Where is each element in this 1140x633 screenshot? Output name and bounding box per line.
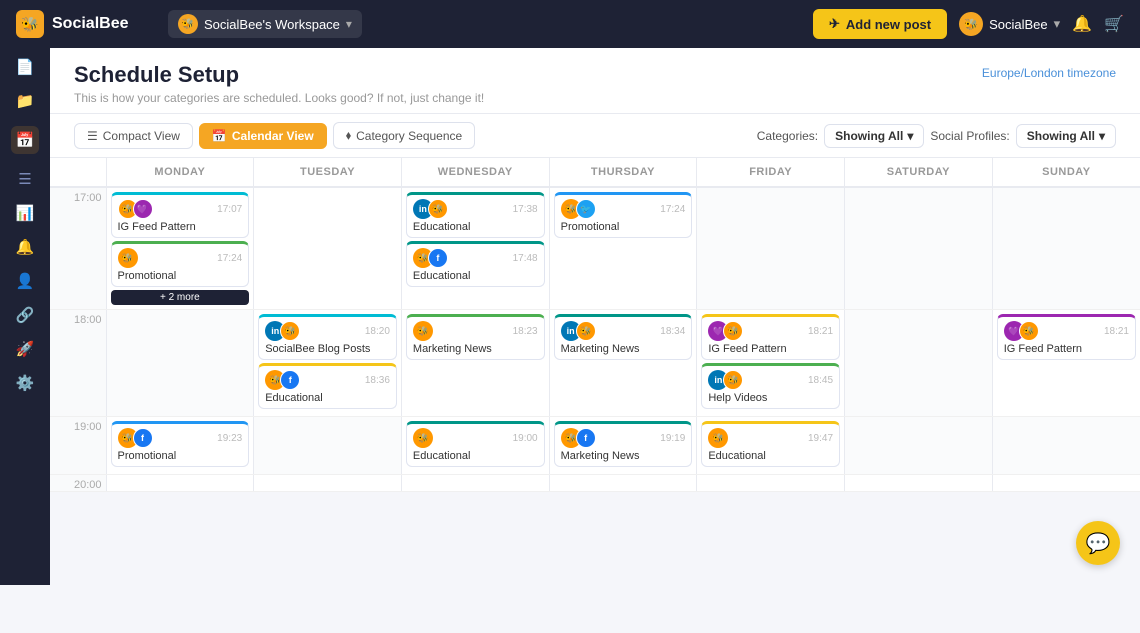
nav-user[interactable]: 🐝 SocialBee ▾ xyxy=(959,12,1060,36)
calendar-view-button[interactable]: 📅 Calendar View xyxy=(199,123,327,149)
chat-bubble[interactable]: 💬 xyxy=(1076,521,1120,565)
workspace-button[interactable]: 🐝 SocialBee's Workspace ▾ xyxy=(168,10,362,38)
event-card[interactable]: 🐝 19:47 Educational xyxy=(701,421,840,467)
col-tuesday: TUESDAY xyxy=(254,158,402,187)
categories-label: Categories: xyxy=(757,129,818,143)
col-monday: MONDAY xyxy=(106,158,254,187)
col-saturday: SATURDAY xyxy=(845,158,993,187)
event-card[interactable]: 💜 🐝 18:21 IG Feed Pattern xyxy=(997,314,1136,360)
event-card[interactable]: 🐝 f 19:19 Marketing News xyxy=(554,421,693,467)
event-card[interactable]: 🐝 17:24 Promotional xyxy=(111,241,250,287)
col-thursday: THURSDAY xyxy=(549,158,697,187)
sidebar-icon-document[interactable]: 📄 xyxy=(16,58,35,76)
logo: 🐝 SocialBee xyxy=(16,10,156,38)
event-card[interactable]: in 🐝 18:45 Help Videos xyxy=(701,363,840,409)
sidebar-icon-folder[interactable]: 📁 xyxy=(16,92,35,110)
event-card[interactable]: 🐝 18:23 Marketing News xyxy=(406,314,545,360)
categories-select[interactable]: Showing All▾ xyxy=(824,124,924,148)
timezone-link[interactable]: Europe/London timezone xyxy=(982,66,1116,80)
event-card[interactable]: 🐝 f 17:48 Educational xyxy=(406,241,545,287)
add-post-button[interactable]: ✈ Add new post xyxy=(813,9,947,39)
sidebar-icon-list[interactable]: ☰ xyxy=(18,170,31,188)
compact-view-button[interactable]: ☰ Compact View xyxy=(74,123,193,149)
sidebar-icon-settings[interactable]: ⚙️ xyxy=(16,374,35,392)
page-subtitle: This is how your categories are schedule… xyxy=(74,91,484,105)
sidebar-icon-bell[interactable]: 🔔 xyxy=(16,238,35,256)
event-card[interactable]: 🐝 f 18:36 Educational xyxy=(258,363,397,409)
col-wednesday: WEDNESDAY xyxy=(401,158,549,187)
sidebar-icon-rocket[interactable]: 🚀 xyxy=(16,340,35,358)
profiles-label: Social Profiles: xyxy=(930,129,1009,143)
event-card[interactable]: in 🐝 18:20 SocialBee Blog Posts xyxy=(258,314,397,360)
sidebar-icon-user[interactable]: 👤 xyxy=(16,272,35,290)
page-title: Schedule Setup xyxy=(74,62,484,88)
cart-icon[interactable]: 🛒 xyxy=(1104,14,1124,34)
sidebar-icon-calendar[interactable]: 📅 xyxy=(11,126,40,154)
sidebar-icon-link[interactable]: 🔗 xyxy=(16,306,35,324)
profiles-select[interactable]: Showing All▾ xyxy=(1016,124,1116,148)
event-card[interactable]: 🐝 19:00 Educational xyxy=(406,421,545,467)
event-card[interactable]: 💜 🐝 18:21 IG Feed Pattern xyxy=(701,314,840,360)
event-card[interactable]: in 🐝 17:38 Educational xyxy=(406,192,545,238)
event-card[interactable]: 🐝 💜 17:07 IG Feed Pattern xyxy=(111,192,250,238)
sidebar-icon-chart[interactable]: 📊 xyxy=(16,204,35,222)
more-button[interactable]: + 2 more xyxy=(111,290,250,305)
sidebar: 📄 📁 📅 ☰ 📊 🔔 👤 🔗 🚀 ⚙️ xyxy=(0,48,50,585)
event-card[interactable]: 🐝 f 19:23 Promotional xyxy=(111,421,250,467)
col-friday: FRIDAY xyxy=(697,158,845,187)
notifications-icon[interactable]: 🔔 xyxy=(1072,14,1092,34)
category-sequence-button[interactable]: ⬧ Category Sequence xyxy=(333,122,475,149)
col-sunday: SUNDAY xyxy=(992,158,1140,187)
event-card[interactable]: 🐝 🐦 17:24 Promotional xyxy=(554,192,693,238)
event-card[interactable]: in 🐝 18:34 Marketing News xyxy=(554,314,693,360)
